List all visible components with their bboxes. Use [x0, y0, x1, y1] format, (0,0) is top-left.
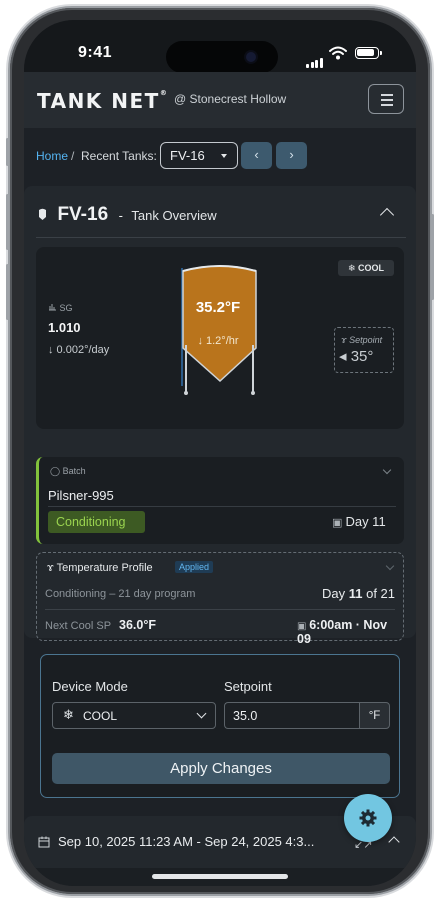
collapse-chevron-icon[interactable] [379, 207, 395, 223]
mute-switch [6, 138, 9, 166]
home-indicator[interactable] [152, 874, 288, 879]
app-screen: 9:41 TANK NET® @ Stonecrest Hollow Home … [24, 20, 416, 886]
expand-chevron-icon[interactable] [382, 465, 392, 475]
next-setpoint-value: 36.0°F [119, 618, 156, 632]
setpoint-label: Setpoint [224, 679, 272, 694]
menu-button[interactable] [368, 84, 404, 114]
profile-program: Conditioning – 21 day program [45, 588, 196, 600]
profile-applied-badge: Applied [175, 561, 214, 573]
calendar-icon: ▣ [332, 517, 346, 529]
previous-tank-button[interactable]: ‹ [241, 142, 272, 169]
calendar-icon [38, 836, 50, 848]
tank-overview-title: Tank Overview [131, 208, 217, 223]
batch-card[interactable]: ◯ Batch Pilsner-995 Conditioning ▣ Day 1… [36, 457, 404, 544]
settings-fab-button[interactable] [344, 794, 392, 842]
setpoint-indicator-value: ◂ 35° [339, 348, 374, 365]
mode-badge: ❄ COOL [338, 260, 394, 276]
setpoint-unit: °F [359, 702, 390, 729]
temperature-profile-card[interactable]: ɤ Temperature Profile Applied Conditioni… [36, 552, 404, 646]
panel-title: FV-16 - Tank Overview [38, 204, 217, 226]
profile-title: ɤ Temperature Profile [47, 562, 153, 574]
breadcrumb-home-link[interactable]: Home [36, 149, 68, 163]
hydrometer-icon [49, 304, 56, 311]
snowflake-icon: ❄ [63, 707, 74, 722]
apply-changes-button[interactable]: Apply Changes [52, 753, 390, 784]
hamburger-icon [381, 94, 393, 96]
app-logo: TANK NET® [37, 89, 167, 113]
recent-tank-select-value: FV-16 [170, 148, 205, 163]
setpoint-indicator: ɤ Setpoint ◂ 35° [334, 327, 394, 373]
date-range-text: Sep 10, 2025 11:23 AM - Sep 24, 2025 4:3… [58, 834, 315, 849]
thermometer-icon: ɤ [341, 335, 350, 345]
chevron-up-icon[interactable] [388, 836, 400, 848]
caret-down-icon [221, 154, 227, 158]
droplet-icon: ◯ [50, 466, 63, 476]
status-bar: 9:41 [24, 20, 416, 73]
batch-day: ▣ Day 11 [332, 514, 386, 529]
sg-label: SG [48, 303, 73, 313]
app-header: TANK NET® @ Stonecrest Hollow [24, 72, 416, 128]
divider [45, 609, 395, 610]
next-setpoint-time: ▣ 6:00am · Nov 09 [297, 618, 388, 646]
batch-label: ◯ Batch [50, 466, 86, 476]
battery-icon [355, 47, 382, 59]
next-setpoint-label: Next Cool SP [45, 620, 112, 632]
divider [48, 506, 396, 507]
tank-temperature-rate: ↓ 1.2°/hr [197, 335, 239, 347]
tank-status-card: SG 1.010 ↓ 0.002°/day ❄ COOL 35.2°F ↓ 1.… [36, 247, 404, 429]
status-time: 9:41 [78, 44, 113, 61]
dynamic-island [166, 41, 278, 73]
setpoint-indicator-label: ɤ Setpoint [341, 335, 383, 345]
tank-temperature: 35.2°F [195, 299, 241, 316]
expand-chevron-icon[interactable] [385, 561, 395, 571]
device-mode-value: COOL [83, 709, 118, 723]
device-mode-select[interactable]: ❄ COOL [52, 702, 216, 729]
volume-up-button [6, 194, 9, 250]
sg-rate: ↓ 0.002°/day [48, 344, 110, 356]
volume-down-button [6, 264, 9, 320]
batch-stage-badge: Conditioning [48, 511, 145, 533]
breadcrumb: Home / Recent Tanks: FV-16 ‹ › [24, 128, 416, 186]
title-dash: - [118, 208, 123, 223]
tank-graphic: 35.2°F ↓ 1.2°/hr [180, 263, 260, 413]
camera-icon [246, 52, 256, 62]
profile-day-progress: Day 11 of 21 [322, 586, 396, 601]
tank-overview-panel: FV-16 - Tank Overview SG 1.010 ↓ 0.002°/… [24, 186, 416, 646]
sg-value: 1.010 [48, 320, 81, 335]
chevron-down-icon [196, 708, 207, 719]
cellular-signal-icon [306, 50, 324, 68]
tank-name: FV-16 [57, 204, 109, 225]
batch-name: Pilsner-995 [48, 488, 114, 503]
divider [36, 237, 406, 238]
setpoint-input[interactable]: 35.0 [224, 702, 359, 729]
gear-icon [359, 809, 377, 827]
power-button [431, 214, 434, 300]
recent-tanks-label: Recent Tanks: [81, 149, 157, 163]
wifi-icon [329, 46, 347, 60]
recent-tank-select[interactable]: FV-16 [160, 142, 238, 169]
device-mode-label: Device Mode [52, 679, 128, 694]
site-name: @ Stonecrest Hollow [174, 92, 287, 106]
next-tank-button[interactable]: › [276, 142, 307, 169]
calendar-icon: ▣ [297, 621, 310, 632]
breadcrumb-separator: / [71, 149, 75, 163]
tank-icon [39, 208, 46, 220]
thermometer-icon: ɤ [47, 562, 57, 574]
device-controls-card: Device Mode Setpoint ❄ COOL 35.0 °F Appl… [40, 654, 400, 798]
snowflake-icon: ❄ [347, 263, 359, 273]
